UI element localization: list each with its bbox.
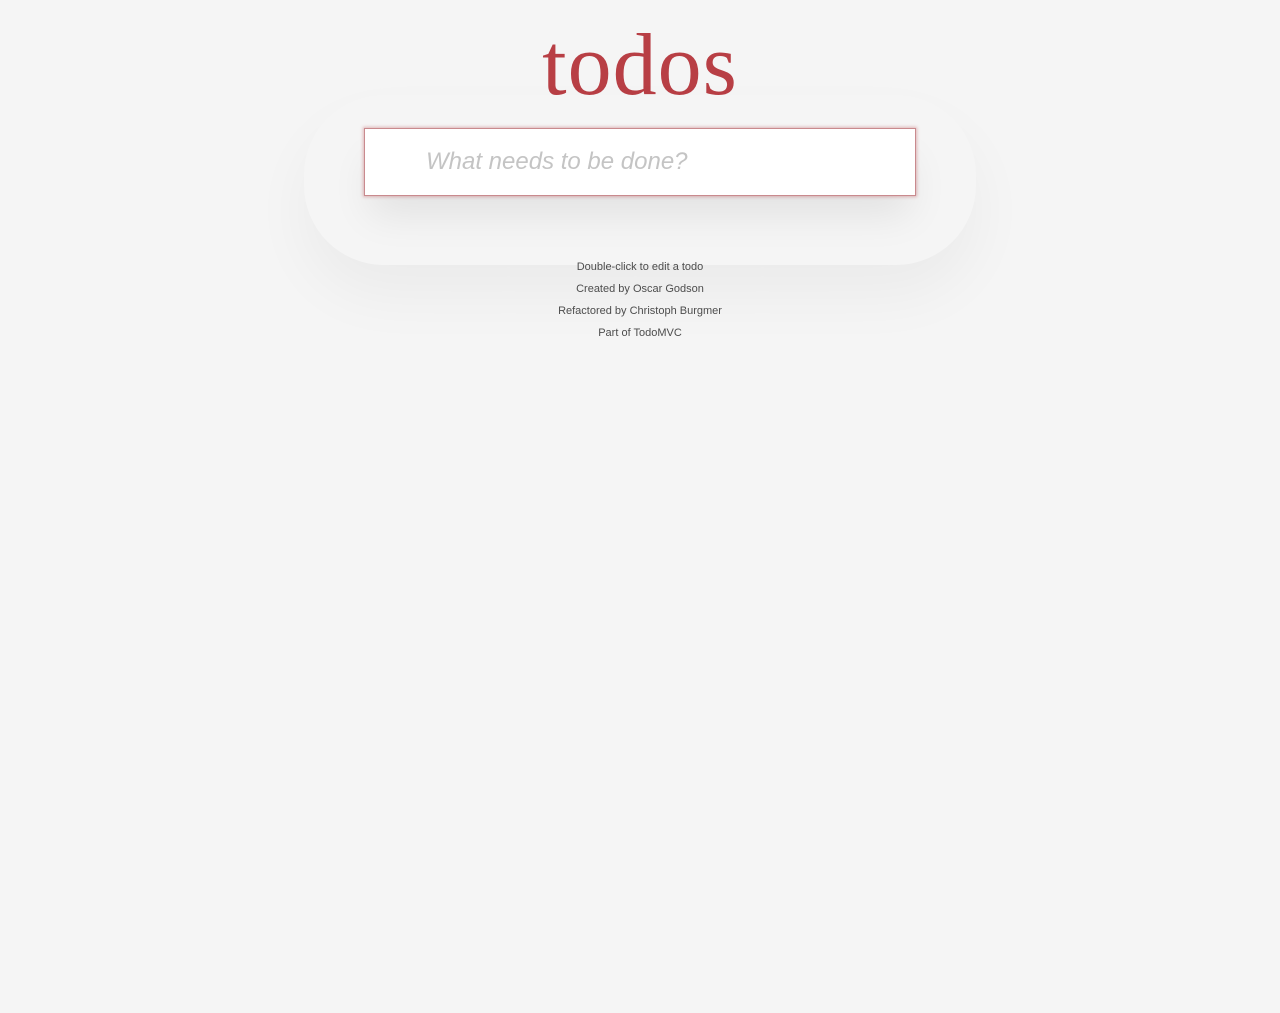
- info-footer: Double-click to edit a todo Created by O…: [0, 256, 1280, 344]
- new-todo-container: [364, 128, 916, 196]
- refactored-by-link[interactable]: Christoph Burgmer: [630, 305, 722, 317]
- created-by-link[interactable]: Oscar Godson: [633, 283, 704, 295]
- created-by-line: Created by Oscar Godson: [0, 278, 1280, 300]
- new-todo-input[interactable]: [365, 129, 915, 195]
- created-by-prefix: Created by: [576, 283, 633, 295]
- part-of-prefix: Part of: [598, 327, 634, 339]
- app-title: todos: [542, 17, 738, 114]
- refactored-by-line: Refactored by Christoph Burgmer: [0, 300, 1280, 322]
- todomvc-link[interactable]: TodoMVC: [633, 327, 681, 339]
- edit-hint: Double-click to edit a todo: [576, 261, 704, 273]
- refactored-by-prefix: Refactored by: [558, 305, 630, 317]
- part-of-line: Part of TodoMVC: [0, 322, 1280, 344]
